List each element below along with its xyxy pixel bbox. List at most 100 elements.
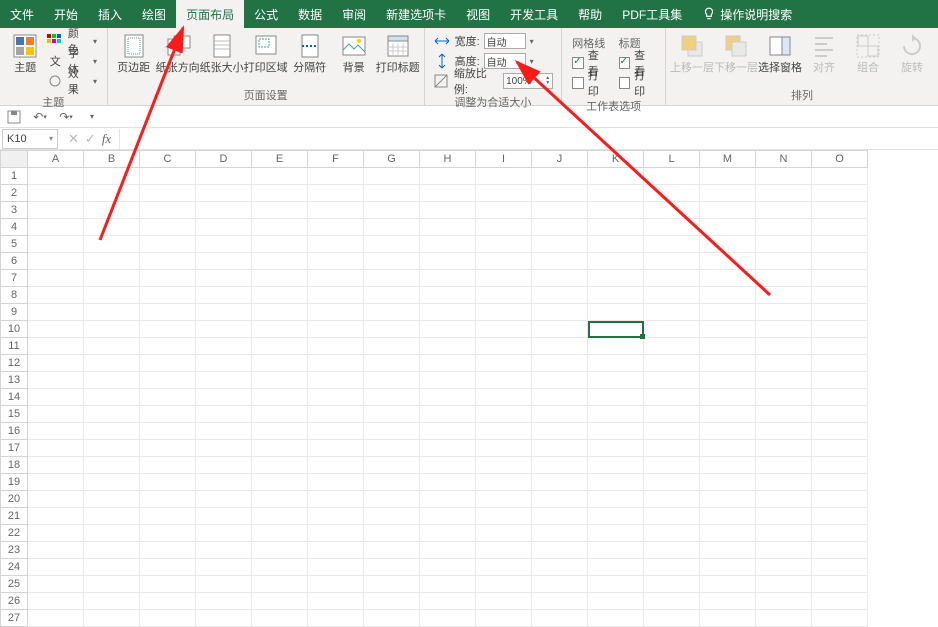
cell[interactable] — [644, 236, 700, 253]
cell[interactable] — [420, 270, 476, 287]
cell[interactable] — [84, 389, 140, 406]
cell[interactable] — [84, 576, 140, 593]
cell[interactable] — [476, 270, 532, 287]
cell[interactable] — [196, 559, 252, 576]
cell[interactable] — [756, 202, 812, 219]
cell[interactable] — [252, 491, 308, 508]
cell[interactable] — [812, 457, 868, 474]
cell[interactable] — [420, 355, 476, 372]
cell[interactable] — [588, 253, 644, 270]
cell[interactable] — [196, 423, 252, 440]
column-header[interactable]: C — [140, 150, 196, 168]
cell[interactable] — [588, 270, 644, 287]
cell[interactable] — [588, 355, 644, 372]
cell[interactable] — [588, 168, 644, 185]
cell[interactable] — [84, 202, 140, 219]
cell[interactable] — [476, 593, 532, 610]
cell[interactable] — [252, 185, 308, 202]
cell[interactable] — [420, 440, 476, 457]
cell[interactable] — [364, 287, 420, 304]
column-header[interactable]: D — [196, 150, 252, 168]
cell[interactable] — [700, 474, 756, 491]
cell[interactable] — [84, 406, 140, 423]
cell[interactable] — [532, 491, 588, 508]
cell[interactable] — [196, 185, 252, 202]
cell[interactable] — [140, 559, 196, 576]
row-header[interactable]: 21 — [0, 508, 28, 525]
cell[interactable] — [252, 525, 308, 542]
cell[interactable] — [588, 508, 644, 525]
cell[interactable] — [140, 593, 196, 610]
cell[interactable] — [28, 287, 84, 304]
cell[interactable] — [140, 525, 196, 542]
cell[interactable] — [476, 321, 532, 338]
cell[interactable] — [812, 406, 868, 423]
cell[interactable] — [812, 304, 868, 321]
cell[interactable] — [476, 576, 532, 593]
cell[interactable] — [28, 508, 84, 525]
row-header[interactable]: 10 — [0, 321, 28, 338]
cell[interactable] — [532, 321, 588, 338]
cell[interactable] — [532, 219, 588, 236]
cell[interactable] — [308, 389, 364, 406]
cell[interactable] — [532, 508, 588, 525]
size-button[interactable]: 纸张大小 — [200, 30, 244, 77]
cell[interactable] — [308, 508, 364, 525]
cell[interactable] — [420, 185, 476, 202]
cell[interactable] — [756, 457, 812, 474]
tab-data[interactable]: 数据 — [288, 0, 332, 28]
cell[interactable] — [644, 253, 700, 270]
cell[interactable] — [812, 355, 868, 372]
cell[interactable] — [28, 576, 84, 593]
column-header[interactable]: I — [476, 150, 532, 168]
cell[interactable] — [140, 287, 196, 304]
cell[interactable] — [476, 559, 532, 576]
cell[interactable] — [140, 491, 196, 508]
cell[interactable] — [364, 338, 420, 355]
cell[interactable] — [196, 321, 252, 338]
cell[interactable] — [308, 423, 364, 440]
cell[interactable] — [700, 185, 756, 202]
cell[interactable] — [644, 270, 700, 287]
cell[interactable] — [644, 440, 700, 457]
cell[interactable] — [588, 236, 644, 253]
cell[interactable] — [812, 372, 868, 389]
cell[interactable] — [756, 440, 812, 457]
cell[interactable] — [308, 270, 364, 287]
cell[interactable] — [644, 168, 700, 185]
cell[interactable] — [140, 236, 196, 253]
cell[interactable] — [28, 491, 84, 508]
cell[interactable] — [84, 219, 140, 236]
cell[interactable] — [140, 542, 196, 559]
cell[interactable] — [196, 304, 252, 321]
cell[interactable] — [700, 525, 756, 542]
scale-percent-field[interactable]: 100%▲▼ — [503, 73, 553, 89]
column-header[interactable]: O — [812, 150, 868, 168]
cell[interactable] — [588, 338, 644, 355]
cell[interactable] — [812, 287, 868, 304]
cell[interactable] — [28, 406, 84, 423]
cell[interactable] — [476, 389, 532, 406]
cell[interactable] — [84, 168, 140, 185]
cell[interactable] — [812, 525, 868, 542]
cell[interactable] — [140, 457, 196, 474]
cell[interactable] — [700, 508, 756, 525]
cell[interactable] — [420, 457, 476, 474]
column-header[interactable]: J — [532, 150, 588, 168]
cell[interactable] — [84, 185, 140, 202]
cell[interactable] — [700, 457, 756, 474]
cell[interactable] — [756, 525, 812, 542]
cell[interactable] — [588, 491, 644, 508]
cell[interactable] — [420, 236, 476, 253]
cell[interactable] — [756, 559, 812, 576]
cell[interactable] — [196, 576, 252, 593]
cell[interactable] — [476, 236, 532, 253]
cell[interactable] — [812, 508, 868, 525]
cell[interactable] — [420, 219, 476, 236]
cell[interactable] — [28, 593, 84, 610]
cell[interactable] — [252, 253, 308, 270]
cell[interactable] — [420, 423, 476, 440]
cell[interactable] — [420, 253, 476, 270]
cell[interactable] — [532, 355, 588, 372]
row-header[interactable]: 7 — [0, 270, 28, 287]
